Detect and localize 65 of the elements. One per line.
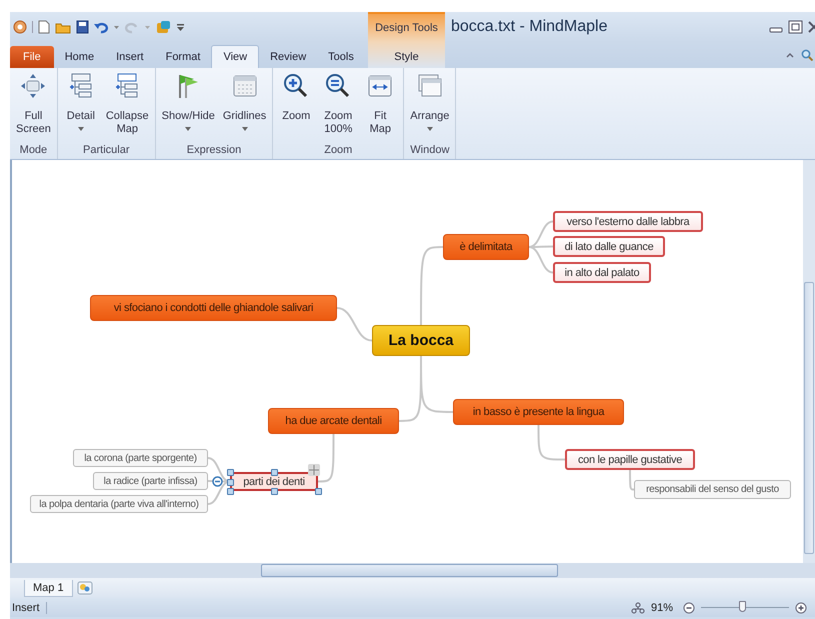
topic-node[interactable]: parti dei denti (230, 472, 318, 491)
zoom-out-icon[interactable] (683, 602, 695, 614)
window-title: bocca.txt - MindMaple (451, 18, 609, 36)
move-icon (19, 72, 48, 100)
app-logo-icon[interactable] (13, 20, 27, 34)
ribbon-button[interactable]: Collapse Map (102, 68, 152, 144)
resize-handle[interactable] (271, 469, 278, 476)
maximize-icon[interactable] (788, 20, 803, 34)
group-label: Mode (18, 144, 48, 158)
vertical-scrollbar[interactable] (803, 160, 815, 563)
topic-node[interactable]: ha due arcate dentali (268, 408, 399, 434)
ribbon-tab[interactable]: Review (259, 46, 318, 68)
undo-icon[interactable] (94, 20, 108, 34)
ribbon-button[interactable]: Zoom (276, 68, 316, 144)
palette-icon[interactable] (156, 20, 171, 34)
topic-node[interactable]: verso l'esterno dalle labbra (553, 211, 703, 232)
connector-line (336, 307, 372, 342)
save-icon[interactable] (76, 20, 89, 34)
status-mode: Insert (12, 602, 47, 614)
zoom-level: 91% (650, 602, 673, 614)
group-label: Window (409, 144, 450, 158)
search-icon[interactable] (801, 49, 813, 61)
ribbon-button[interactable]: Detail (60, 68, 101, 144)
resize-handle[interactable] (271, 488, 278, 495)
ribbon-button[interactable]: Full Screen (13, 68, 54, 144)
ribbon-button[interactable]: Fit Map (360, 68, 400, 144)
topic-node[interactable]: responsabili del senso del gusto (634, 480, 791, 499)
ribbon-tab[interactable]: View (211, 45, 260, 68)
zoom-slider-thumb[interactable] (739, 601, 746, 612)
map-structure-icon (630, 602, 645, 614)
topic-node[interactable]: in basso è presente la lingua (453, 399, 624, 425)
contextual-tab-label: Design Tools (375, 22, 438, 34)
topic-node[interactable]: è delimitata (443, 234, 529, 260)
topic-node[interactable]: la corona (parte sporgente) (73, 449, 208, 467)
zoom-in-icon[interactable] (795, 602, 807, 614)
ribbon-tab[interactable]: Tools (317, 46, 365, 68)
group-label: Zoom (323, 144, 354, 158)
topic-node[interactable]: di lato dalle guance (553, 236, 665, 257)
ribbon-tab[interactable]: Home (54, 46, 106, 68)
new-document-icon[interactable] (38, 20, 50, 34)
map-tab[interactable]: Map 1 (24, 580, 73, 596)
topic-node[interactable]: La bocca (372, 325, 470, 356)
ribbon-button[interactable]: Zoom 100% (318, 68, 358, 144)
horizontal-scrollbar[interactable] (10, 563, 815, 578)
connector-line (538, 425, 565, 460)
move-icon[interactable] (308, 464, 320, 476)
group-label: Expression (186, 144, 242, 158)
topic-node[interactable]: la polpa dentaria (parte viva all'interno) (30, 495, 208, 513)
ribbon-button[interactable]: Show/Hide (158, 68, 218, 144)
topic-node[interactable]: vi sfociano i condotti delle ghiandole salivari (90, 295, 337, 321)
topic-node[interactable]: in alto dal palato (553, 262, 651, 283)
collapse-icon[interactable] (212, 476, 223, 487)
ribbon-button[interactable]: Arrange (407, 68, 452, 144)
ribbon-button[interactable]: Gridlines (220, 68, 270, 144)
topic-node[interactable]: con le papille gustative (565, 449, 695, 470)
topic-node[interactable]: la radice (parte infissa) (93, 472, 208, 490)
ribbon-tab[interactable]: Format (154, 46, 212, 68)
new-map-icon[interactable] (76, 581, 93, 595)
ribbon-tab[interactable]: Insert (105, 46, 155, 68)
group-label: Particular (82, 144, 130, 158)
file-tab[interactable]: File (10, 46, 54, 68)
connector-line (629, 470, 634, 490)
close-icon[interactable] (807, 20, 815, 34)
resize-handle[interactable] (315, 488, 322, 495)
connector-line (318, 434, 334, 482)
